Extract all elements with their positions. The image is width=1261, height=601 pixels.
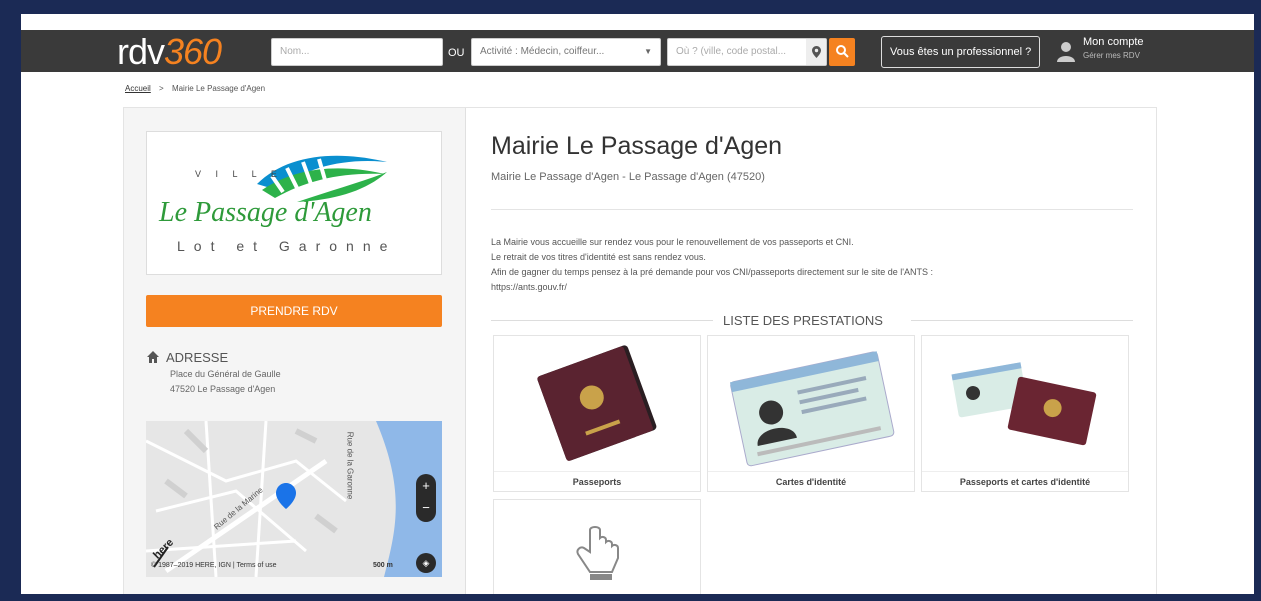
page-title: Mairie Le Passage d'Agen	[491, 132, 783, 160]
site-logo[interactable]: rdv360	[117, 31, 222, 72]
divider	[491, 320, 713, 321]
organization-logo: V I L L E Le Passage d'Agen Lot et Garon…	[146, 131, 442, 275]
address-line-1: Place du Général de Gaulle	[170, 369, 281, 379]
account-title[interactable]: Mon compte	[1083, 36, 1144, 48]
search-icon	[835, 45, 849, 58]
description-line: Le retrait de vos titres d'identité est …	[491, 252, 706, 262]
address-title: ADRESSE	[166, 350, 229, 365]
service-card-other[interactable]	[493, 499, 701, 594]
book-appointment-button[interactable]: PRENDRE RDV	[146, 295, 442, 327]
top-navbar: rdv360 Nom... OU Activité : Médecin, coi…	[21, 30, 1254, 72]
map-tiles	[146, 421, 442, 577]
map-scale: 500 m	[373, 562, 393, 569]
divider	[491, 209, 1133, 210]
services-title: LISTE DES PRESTATIONS	[723, 313, 883, 328]
breadcrumb: Accueil > Mairie Le Passage d'Agen	[125, 84, 265, 93]
logo-name-text: Le Passage d'Agen	[159, 197, 372, 228]
map-street-label: Rue de la Garonne	[345, 431, 355, 500]
location-placeholder: Où ? (ville, code postal...	[676, 46, 787, 57]
location-input[interactable]: Où ? (ville, code postal...	[667, 38, 827, 66]
map-layers-button[interactable]: ◈	[416, 553, 436, 573]
service-card-passports-and-id[interactable]: Passeports et cartes d'identité	[921, 335, 1129, 492]
location-pin-icon[interactable]	[806, 39, 826, 65]
hand-pointer-icon	[576, 526, 619, 580]
professional-button[interactable]: Vous êtes un professionnel ?	[881, 36, 1041, 68]
location-map[interactable]: Rue de la Marine Rue de la Garonne here	[146, 421, 442, 577]
breadcrumb-home-link[interactable]: Accueil	[125, 84, 151, 93]
passport-image	[537, 345, 657, 461]
breadcrumb-current: Mairie Le Passage d'Agen	[171, 84, 266, 93]
address-line-2: 47520 Le Passage d'Agen	[170, 384, 276, 394]
service-card-label: Passeports et cartes d'identité	[922, 471, 1128, 491]
divider	[911, 320, 1133, 321]
id-card-image	[729, 351, 895, 467]
account-subtitle[interactable]: Gérer mes RDV	[1083, 51, 1140, 60]
chevron-down-icon: ▼	[644, 47, 652, 56]
column-divider	[465, 108, 466, 594]
zoom-out-button[interactable]: −	[416, 498, 436, 522]
description-link[interactable]: https://ants.gouv.fr/	[491, 282, 567, 292]
or-label: OU	[448, 47, 465, 59]
service-card-label: Cartes d'identité	[708, 471, 914, 491]
description-line: La Mairie vous accueille sur rendez vous…	[491, 237, 854, 247]
logo-ville-text: V I L L E	[195, 169, 283, 179]
service-card-passports[interactable]: Passeports	[493, 335, 701, 492]
page-subtitle: Mairie Le Passage d'Agen - Le Passage d'…	[491, 171, 765, 183]
breadcrumb-separator: >	[159, 84, 164, 93]
passport-and-id-image	[951, 362, 1097, 446]
map-zoom-control: + −	[416, 474, 436, 522]
logo-text: rdv	[117, 31, 165, 72]
name-search-input[interactable]: Nom...	[271, 38, 443, 66]
search-button[interactable]	[829, 38, 855, 66]
map-copyright[interactable]: © 1987–2019 HERE, IGN | Terms of use	[151, 562, 277, 569]
description-line: Afin de gagner du temps pensez à la pré …	[491, 267, 933, 277]
home-icon	[147, 351, 159, 363]
zoom-in-button[interactable]: +	[416, 474, 436, 498]
logo-region-text: Lot et Garonne	[177, 238, 397, 254]
browser-viewport: rdv360 Nom... OU Activité : Médecin, coi…	[21, 14, 1254, 594]
activity-select-label: Activité : Médecin, coiffeur...	[480, 46, 605, 57]
activity-select[interactable]: Activité : Médecin, coiffeur... ▼	[471, 38, 661, 66]
service-card-label: Passeports	[494, 471, 700, 491]
user-icon[interactable]	[1056, 40, 1076, 62]
service-card-id-cards[interactable]: Cartes d'identité	[707, 335, 915, 492]
logo-number: 360	[164, 31, 222, 72]
